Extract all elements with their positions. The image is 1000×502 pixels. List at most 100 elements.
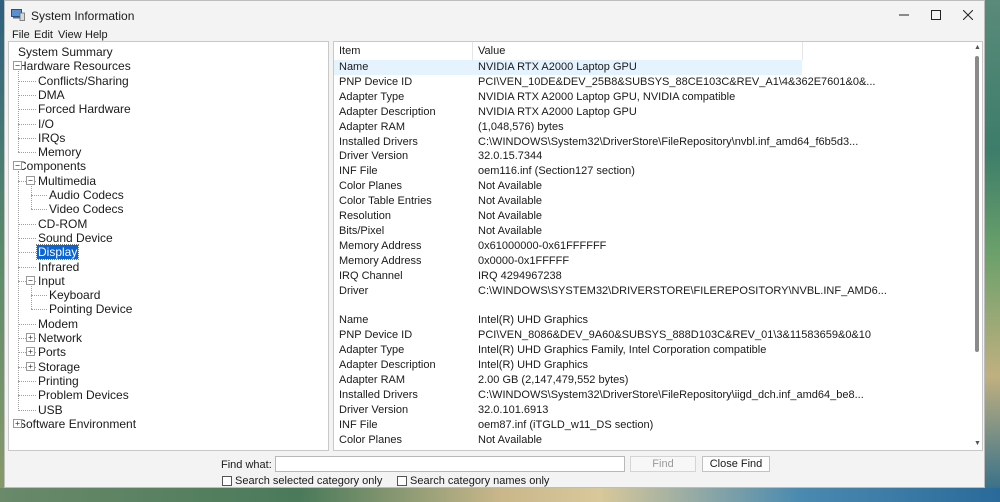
tree-item-label: Display — [35, 244, 80, 261]
expand-plus-icon[interactable]: + — [26, 361, 35, 371]
column-header-item[interactable]: Item — [334, 42, 473, 60]
tree-item[interactable]: I/O — [37, 117, 55, 131]
detail-value-cell: oem116.inf (Section127 section) — [478, 165, 635, 178]
detail-row[interactable]: Adapter Description Intel(R) UHD Graphics — [334, 358, 802, 373]
tree-item[interactable]: Video Codecs — [48, 202, 125, 216]
detail-row[interactable]: INF File oem116.inf (Section127 section) — [334, 164, 802, 179]
tree-item[interactable]: Modem — [37, 317, 79, 331]
detail-value-cell: C:\WINDOWS\System32\DriverStore\FileRepo… — [478, 135, 859, 148]
tree-item[interactable]: Conflicts/Sharing — [37, 74, 130, 88]
tree-item[interactable]: System Summary — [17, 45, 114, 59]
minimize-button[interactable] — [888, 1, 920, 29]
detail-value-cell: NVIDIA RTX A2000 Laptop GPU — [478, 61, 637, 73]
detail-row[interactable]: Color Planes Not Available — [334, 179, 802, 194]
scroll-down-arrow-icon[interactable]: ▼ — [973, 440, 982, 448]
detail-row[interactable]: Adapter Description NVIDIA RTX A2000 Lapt… — [334, 105, 802, 120]
tree-item[interactable]: Components — [17, 159, 87, 173]
tree-item[interactable]: Keyboard — [48, 288, 101, 302]
details-list[interactable]: Item Value Name NVIDIA RTX A2000 Laptop G… — [333, 41, 983, 451]
tree-connector-line — [31, 185, 32, 210]
detail-row[interactable]: Adapter RAM (1,048,576) bytes — [334, 120, 802, 135]
tree-item[interactable]: Ports — [37, 345, 67, 359]
collapse-minus-icon[interactable]: − — [26, 175, 35, 185]
detail-row[interactable]: Driver C:\WINDOWS\SYSTEM32\DRIVERSTORE\FI… — [334, 284, 887, 299]
detail-row[interactable]: Color Planes Not Available — [334, 433, 802, 448]
detail-row[interactable]: Adapter RAM 2.00 GB (2,147,479,552 bytes) — [334, 373, 802, 388]
tree-item[interactable]: Audio Codecs — [48, 188, 125, 202]
tree-item[interactable]: Network — [37, 331, 83, 345]
scroll-up-arrow-icon[interactable]: ▲ — [973, 44, 982, 52]
category-tree[interactable]: System Summary Hardware Resources − Conflic… — [8, 41, 329, 451]
menu-view[interactable]: View — [58, 29, 82, 41]
detail-row[interactable]: Memory Address 0x0000-0x1FFFFF — [334, 254, 802, 269]
detail-row[interactable]: PNP Device ID PCI\VEN_8086&DEV_9A60&SUBSY… — [334, 328, 871, 343]
menu-help[interactable]: Help — [85, 29, 108, 41]
detail-row[interactable]: IRQ Channel IRQ 4294967238 — [334, 269, 802, 284]
maximize-button[interactable] — [920, 1, 952, 29]
detail-row[interactable]: Name NVIDIA RTX A2000 Laptop GPU — [334, 60, 802, 75]
tree-item[interactable]: IRQs — [37, 131, 66, 145]
detail-item-cell: Color Table Entries — [339, 195, 432, 208]
tree-item[interactable]: Display — [35, 244, 80, 261]
column-header-value[interactable]: Value — [473, 42, 803, 60]
tree-item[interactable]: Software Environment — [17, 417, 137, 431]
detail-row[interactable]: Driver Version 32.0.15.7344 — [334, 149, 802, 164]
find-button[interactable]: Find — [630, 456, 696, 472]
menu-edit[interactable]: Edit — [34, 29, 53, 41]
detail-item-cell: Memory Address — [339, 239, 422, 252]
tree-item[interactable]: Storage — [37, 360, 81, 374]
tree-item-label: CD-ROM — [38, 216, 88, 231]
collapse-minus-icon[interactable]: − — [26, 275, 35, 285]
detail-row[interactable]: Installed Drivers C:\WINDOWS\System32\Dri… — [334, 135, 858, 150]
detail-item-cell: Adapter Type — [339, 344, 405, 357]
detail-row[interactable]: Resolution Not Available — [334, 209, 802, 224]
detail-row[interactable]: Adapter Type NVIDIA RTX A2000 Laptop GPU,… — [334, 90, 802, 105]
tree-item[interactable]: USB — [37, 403, 64, 417]
close-find-button[interactable]: Close Find — [702, 456, 770, 472]
tree-item[interactable]: Problem Devices — [37, 388, 130, 402]
expand-plus-icon[interactable]: + — [13, 418, 22, 428]
detail-item-cell: Adapter Description — [339, 105, 436, 118]
close-window-button[interactable] — [952, 1, 984, 29]
search-category-names-checkbox[interactable] — [397, 476, 407, 486]
tree-item-label: Problem Devices — [38, 388, 129, 403]
detail-row[interactable]: Installed Drivers C:\WINDOWS\System32\Dri… — [334, 388, 864, 403]
tree-item[interactable]: Pointing Device — [48, 302, 133, 316]
collapse-minus-icon[interactable]: − — [13, 161, 22, 171]
tree-item[interactable]: Infrared — [37, 260, 80, 274]
close-icon — [963, 10, 973, 20]
detail-row[interactable]: INF File oem87.inf (iTGLD_w11_DS section) — [334, 418, 802, 433]
detail-row[interactable]: Driver Version 32.0.101.6913 — [334, 403, 802, 418]
tree-item[interactable]: Multimedia — [37, 174, 97, 188]
detail-item-cell: Installed Drivers — [339, 388, 418, 401]
tree-item[interactable]: Hardware Resources — [17, 59, 132, 73]
detail-row[interactable]: Color Table Entries Not Available — [334, 194, 802, 209]
detail-item-cell: Name — [339, 314, 369, 327]
tree-item[interactable]: Printing — [37, 374, 80, 388]
details-scrollbar[interactable]: ▲ ▼ — [972, 42, 982, 450]
detail-item-cell: Memory Address — [339, 254, 422, 267]
detail-item-cell: Adapter RAM — [339, 120, 406, 133]
search-selected-category-checkbox[interactable] — [222, 476, 232, 486]
expand-plus-icon[interactable]: + — [26, 333, 35, 342]
detail-row[interactable] — [334, 298, 802, 313]
collapse-minus-icon[interactable]: − — [13, 61, 22, 71]
title-bar[interactable]: System Information — [5, 1, 984, 29]
scrollbar-thumb[interactable] — [975, 56, 979, 352]
detail-row[interactable]: PNP Device ID PCI\VEN_10DE&DEV_25B8&SUBSY… — [334, 75, 875, 90]
expand-plus-icon[interactable]: + — [26, 347, 35, 357]
tree-item[interactable]: DMA — [37, 88, 66, 102]
detail-row[interactable]: Adapter Type Intel(R) UHD Graphics Family… — [334, 343, 802, 358]
find-what-input[interactable] — [275, 456, 625, 472]
tree-item[interactable]: CD-ROM — [37, 217, 88, 231]
menu-file[interactable]: File — [12, 29, 30, 41]
tree-item[interactable]: Forced Hardware — [37, 102, 132, 116]
tree-item[interactable]: Memory — [37, 145, 82, 159]
tree-item[interactable]: Sound Device — [37, 231, 114, 245]
detail-row[interactable]: Name Intel(R) UHD Graphics — [334, 313, 802, 328]
detail-value-cell: Not Available — [478, 210, 543, 222]
detail-row[interactable]: Bits/Pixel Not Available — [334, 224, 802, 239]
tree-item[interactable]: Input — [37, 274, 66, 288]
detail-row[interactable]: Memory Address 0x61000000-0x61FFFFFF — [334, 239, 802, 254]
tree-item-label: DMA — [38, 87, 65, 102]
